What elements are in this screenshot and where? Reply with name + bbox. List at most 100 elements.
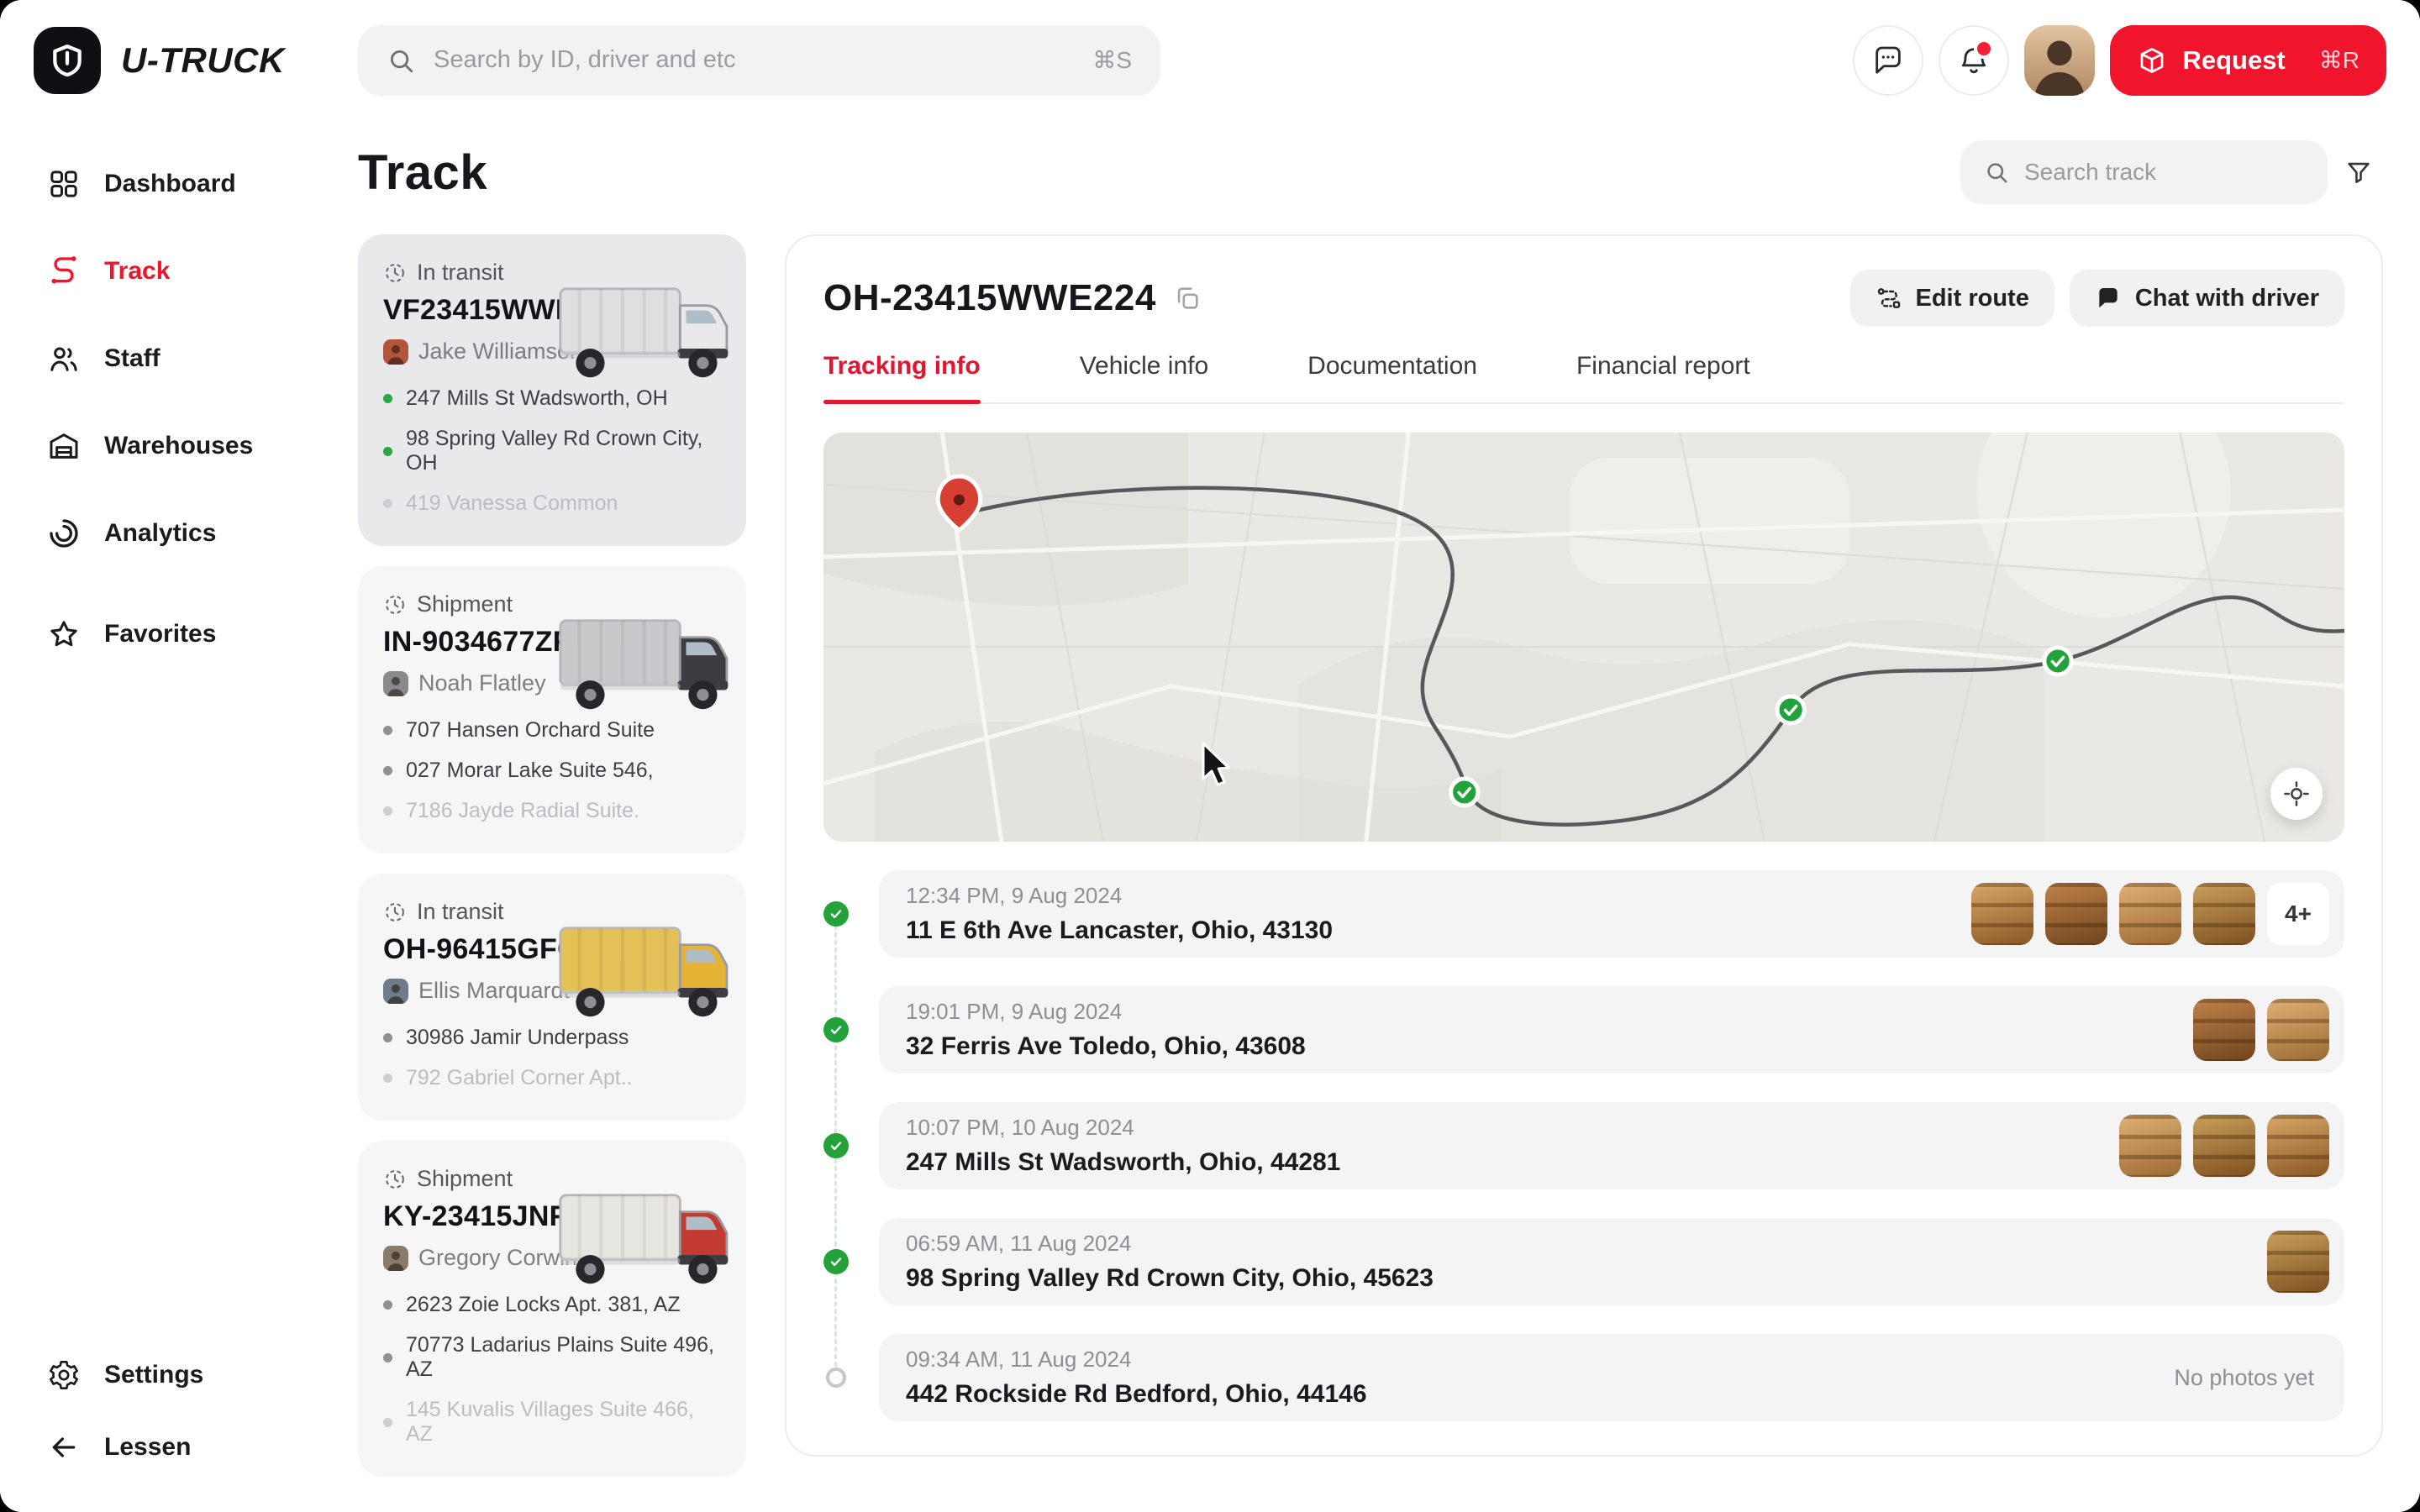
copy-id-button[interactable] xyxy=(1173,284,1202,312)
truck-photo xyxy=(558,1176,746,1302)
status-clock-icon xyxy=(383,593,407,617)
sidebar: DashboardTrack Staff Warehouses Analytics Fa… xyxy=(0,120,336,1512)
page-title: Track xyxy=(358,144,487,201)
sidebar-collapse-button[interactable]: Lessen xyxy=(47,1411,203,1483)
shipment-id-text: OH-23415WWE224 xyxy=(823,277,1156,319)
timeline-entry[interactable]: 06:59 AM, 11 Aug 202498 Spring Valley Rd… xyxy=(879,1218,2344,1305)
checkpoint-icon xyxy=(2044,648,2071,675)
timeline-row: 10:07 PM, 10 Aug 2024247 Mills St Wadswo… xyxy=(823,1102,2344,1189)
timeline-row: 19:01 PM, 9 Aug 202432 Ferris Ave Toledo… xyxy=(823,986,2344,1074)
stop-dot xyxy=(383,766,392,775)
user-avatar[interactable] xyxy=(2024,25,2095,96)
checkpoint-photo[interactable] xyxy=(2267,1231,2329,1293)
truck-image xyxy=(558,1176,746,1300)
checkpoint-address: 442 Rockside Rd Bedford, Ohio, 44146 xyxy=(906,1380,1367,1409)
stop-dot xyxy=(383,447,392,456)
tracking-timeline: 12:34 PM, 9 Aug 202411 E 6th Ave Lancast… xyxy=(823,870,2344,1421)
checkpoint-photo[interactable] xyxy=(2045,883,2107,945)
sidebar-item-analytics[interactable]: Analytics xyxy=(47,490,336,577)
edit-route-button[interactable]: Edit route xyxy=(1850,270,2054,327)
sidebar-item-warehouses[interactable]: Warehouses xyxy=(47,402,336,490)
driver-name: Noah Flatley xyxy=(418,670,546,696)
checkpoint-photo[interactable] xyxy=(2119,883,2181,945)
checkpoint-photo[interactable] xyxy=(2193,883,2255,945)
shipment-card-vf23415wwe224[interactable]: In transitVF23415WWE224Jake Williamson24… xyxy=(358,234,746,546)
parcel-icon xyxy=(2137,45,2167,76)
notification-dot xyxy=(1974,39,1994,59)
checkpoint-photo[interactable] xyxy=(2119,1115,2181,1177)
checkpoint-photo[interactable] xyxy=(2193,1115,2255,1177)
stop-address: 027 Morar Lake Suite 546, xyxy=(406,759,654,783)
stop-list: 30986 Jamir Underpass792 Gabriel Corner … xyxy=(383,1026,721,1090)
truck-image xyxy=(558,270,746,394)
tab-documentation[interactable]: Documentation xyxy=(1307,352,1477,402)
timeline-entry[interactable]: 09:34 AM, 11 Aug 2024 442 Rockside Rd Bed… xyxy=(879,1334,2344,1421)
detail-header: OH-23415WWE224 Edit route Chat with driv xyxy=(823,270,2344,327)
checkpoint-photo[interactable] xyxy=(2267,999,2329,1061)
more-photos-button[interactable]: 4+ xyxy=(2267,883,2329,945)
sidebar-item-settings[interactable]: Settings xyxy=(47,1339,203,1411)
sidebar-item-staff[interactable]: Staff xyxy=(47,315,336,402)
tab-financial-report[interactable]: Financial report xyxy=(1576,352,1750,402)
stop-dot xyxy=(383,1418,392,1427)
page-header: Track Search track xyxy=(358,129,2383,216)
truck-image xyxy=(558,601,746,726)
messages-button[interactable] xyxy=(1853,25,1923,96)
sidebar-item-favorites[interactable]: Favorites xyxy=(47,591,336,678)
shipment-card-in-9034677zfg154[interactable]: ShipmentIN-9034677ZFG154Noah Flatley707 … xyxy=(358,566,746,853)
shipment-detail-panel: OH-23415WWE224 Edit route Chat with driv xyxy=(785,234,2383,1457)
timeline-row: 09:34 AM, 11 Aug 2024 442 Rockside Rd Bed… xyxy=(823,1334,2344,1421)
shipment-id: OH-23415WWE224 xyxy=(823,277,1202,319)
no-photos-label: No photos yet xyxy=(2174,1365,2329,1391)
stop-address: 7186 Jayde Radial Suite. xyxy=(406,799,639,823)
photo-strip xyxy=(2193,999,2329,1061)
locate-me-button[interactable] xyxy=(2270,768,2323,820)
search-icon xyxy=(387,46,415,75)
filter-button[interactable] xyxy=(2334,148,2383,197)
sidebar-item-dashboard[interactable]: Dashboard xyxy=(47,140,336,228)
checkpoint-time: 19:01 PM, 9 Aug 2024 xyxy=(906,999,1306,1025)
timeline-entry[interactable]: 12:34 PM, 9 Aug 202411 E 6th Ave Lancast… xyxy=(879,870,2344,958)
global-search-input[interactable]: Search by ID, driver and etc ⌘S xyxy=(358,25,1160,96)
brand-logo[interactable]: U-TRUCK xyxy=(34,27,333,94)
chat-with-driver-button[interactable]: Chat with driver xyxy=(2070,270,2344,327)
tab-vehicle-info[interactable]: Vehicle info xyxy=(1080,352,1208,402)
route-map[interactable] xyxy=(823,433,2344,842)
app-window: U-TRUCK Search by ID, driver and etc ⌘S … xyxy=(0,0,2420,1512)
stop-address: 98 Spring Valley Rd Crown City, OH xyxy=(406,427,721,475)
sidebar-item-label: Warehouses xyxy=(104,432,253,460)
checkpoint-time: 09:34 AM, 11 Aug 2024 xyxy=(906,1347,1367,1373)
sidebar-item-track[interactable]: Track xyxy=(47,228,336,315)
timeline-entry[interactable]: 10:07 PM, 10 Aug 2024247 Mills St Wadswo… xyxy=(879,1102,2344,1189)
stop-dot xyxy=(383,806,392,816)
stop-dot xyxy=(383,1074,392,1083)
shipment-card-oh-96415gfc145[interactable]: In transitOH-96415GFC145Ellis Marquardt3… xyxy=(358,874,746,1121)
driver-avatar xyxy=(383,671,408,696)
stop-item: 027 Morar Lake Suite 546, xyxy=(383,759,721,783)
global-search-placeholder: Search by ID, driver and etc xyxy=(434,46,1074,74)
track-search-input[interactable]: Search track xyxy=(1960,140,2328,204)
avatar-silhouette xyxy=(2024,25,2095,96)
checkpoint-photo[interactable] xyxy=(2193,999,2255,1061)
tab-tracking-info[interactable]: Tracking info xyxy=(823,352,981,402)
search-shortcut: ⌘S xyxy=(1092,46,1132,74)
edit-route-label: Edit route xyxy=(1916,285,2029,312)
detail-actions: Edit route Chat with driver xyxy=(1850,270,2345,327)
stop-list: 707 Hansen Orchard Suite027 Morar Lake S… xyxy=(383,718,721,823)
chat-filled-icon xyxy=(2095,285,2122,312)
sidebar-item-label: Staff xyxy=(104,344,160,373)
truck-photo xyxy=(558,270,746,396)
shipment-card-ky-23415jnf155[interactable]: ShipmentKY-23415JNF155Gregory Corwin2623… xyxy=(358,1141,746,1477)
detail-tabs: Tracking info Vehicle info Documentation Fi… xyxy=(823,352,2344,404)
checkpoint-photo[interactable] xyxy=(1971,883,2033,945)
timeline-entry[interactable]: 19:01 PM, 9 Aug 202432 Ferris Ave Toledo… xyxy=(879,986,2344,1074)
checkpoint-icon xyxy=(1451,779,1478,806)
checkpoint-photo[interactable] xyxy=(2267,1115,2329,1177)
stop-dot xyxy=(383,1300,392,1310)
stop-dot xyxy=(383,726,392,735)
driver-name: Ellis Marquardt xyxy=(418,978,570,1004)
notifications-button[interactable] xyxy=(1939,25,2009,96)
request-button[interactable]: Request ⌘R xyxy=(2110,25,2386,96)
checkpoint-done-icon xyxy=(823,1133,849,1158)
map-canvas xyxy=(823,433,2344,842)
